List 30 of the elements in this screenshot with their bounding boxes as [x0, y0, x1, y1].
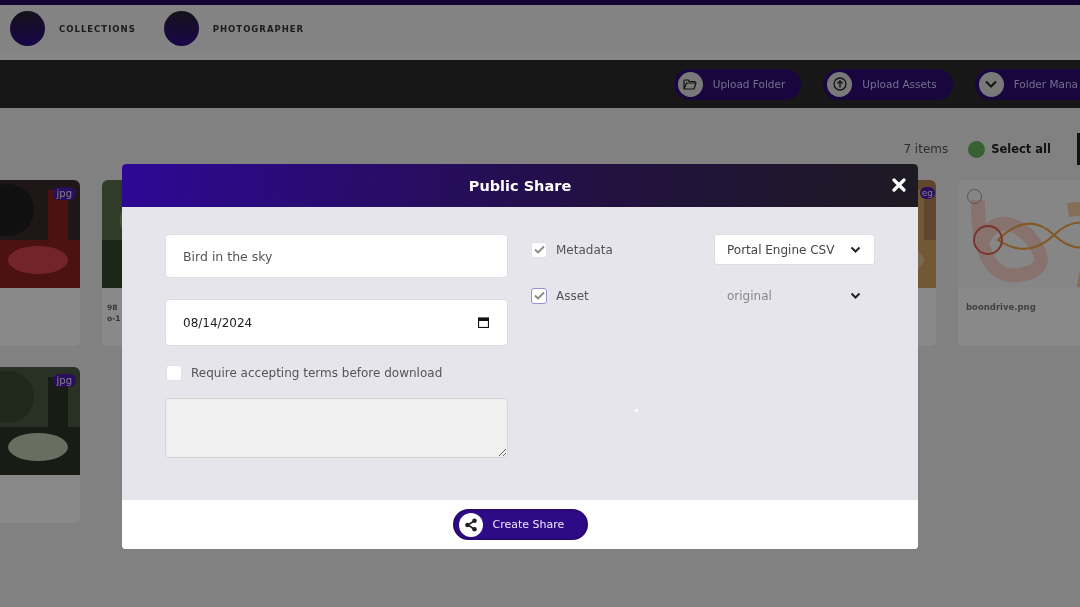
export-label: Asset — [556, 288, 589, 303]
item-count: 7 items — [903, 142, 949, 156]
nav-link[interactable]: COLLECTIONS — [59, 23, 136, 34]
toolbar-button[interactable]: Upload Folder — [673, 68, 802, 100]
create-share-button[interactable]: Create Share — [452, 509, 588, 540]
upload-icon — [832, 77, 847, 91]
format-dropdown[interactable]: Portal Engine CSV — [714, 234, 875, 265]
expiry-date-field[interactable]: 08/14/2024 — [165, 299, 508, 346]
asset-card[interactable]: jpg — [0, 367, 80, 523]
export-label: Metadata — [556, 242, 613, 257]
share-icon — [463, 517, 478, 532]
chevron-down-icon — [850, 245, 861, 254]
folder-icon — [683, 78, 698, 90]
chevron-down-icon — [850, 291, 861, 300]
terms-label: Require accepting terms before download — [191, 366, 443, 380]
chevron-down-icon — [984, 79, 999, 89]
asset-card[interactable]: jpg — [0, 180, 80, 346]
dialog-title: Public Share — [468, 177, 572, 194]
share-name-field[interactable]: Bird in the sky — [165, 234, 508, 278]
nav-avatar-icon[interactable] — [163, 11, 199, 46]
close-button[interactable] — [892, 178, 906, 192]
select-all-link[interactable]: Select all — [991, 142, 1051, 156]
toolbar-button[interactable]: Folder Mana — [974, 68, 1080, 100]
message-field[interactable] — [165, 398, 508, 458]
file-name: boondrive.png — [966, 302, 1036, 313]
nav-link[interactable]: PHOTOGRAPHER — [212, 23, 305, 34]
calendar-icon[interactable] — [478, 317, 489, 328]
select-all-icon[interactable] — [968, 140, 986, 158]
toolbar-button[interactable]: Upload Assets — [823, 68, 953, 100]
nav-avatar-icon[interactable] — [10, 11, 45, 46]
